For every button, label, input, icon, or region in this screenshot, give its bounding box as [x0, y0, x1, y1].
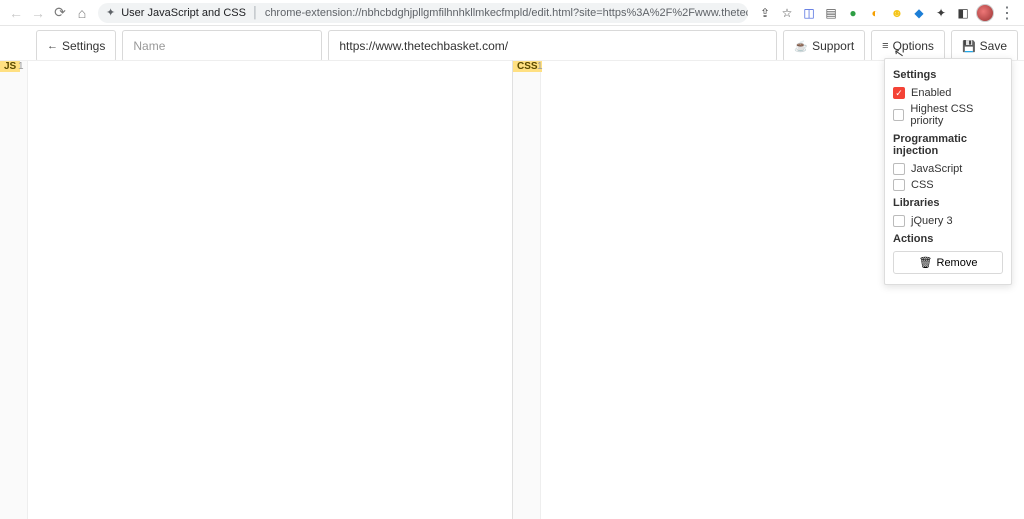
- browser-action-icons: ⇪ ☆ ◫ ▤ ● ◐ ☻ ◆ ✦ ◧ ⋮: [754, 4, 1018, 22]
- menu-lines-icon: ≡: [882, 40, 888, 52]
- settings-button-label: Settings: [62, 39, 105, 53]
- ext-icon-1[interactable]: ◫: [800, 4, 818, 22]
- checkbox-jquery[interactable]: [893, 215, 905, 227]
- ext-icon-6[interactable]: ◆: [910, 4, 928, 22]
- page-title: User JavaScript and CSS: [121, 7, 246, 19]
- option-enabled-label: Enabled: [911, 87, 951, 99]
- nav-forward-icon[interactable]: →: [28, 3, 48, 23]
- checkbox-css[interactable]: [893, 179, 905, 191]
- remove-button-label: Remove: [937, 257, 978, 269]
- option-enabled[interactable]: ✓ Enabled: [893, 85, 1003, 101]
- browser-menu-icon[interactable]: ⋮: [998, 4, 1016, 22]
- option-js-label: JavaScript: [911, 163, 962, 175]
- panel-icon[interactable]: ◧: [954, 4, 972, 22]
- remove-button[interactable]: 🗑 Remove: [893, 251, 1003, 274]
- checkbox-js[interactable]: [893, 163, 905, 175]
- nav-reload-icon[interactable]: ⟳: [50, 3, 70, 23]
- options-libraries-head: Libraries: [893, 197, 1003, 209]
- checkbox-enabled[interactable]: ✓: [893, 87, 905, 99]
- trash-icon: 🗑: [919, 256, 933, 269]
- option-css[interactable]: CSS: [893, 177, 1003, 193]
- url-input[interactable]: [328, 30, 777, 62]
- ext-icon-2[interactable]: ▤: [822, 4, 840, 22]
- checkbox-highest-css[interactable]: [893, 109, 904, 121]
- star-icon[interactable]: ☆: [778, 4, 796, 22]
- page-url: chrome-extension://nbhcbdghjpllgmfilhnhk…: [265, 7, 748, 19]
- mouse-cursor-icon: ↖: [893, 45, 905, 61]
- support-button[interactable]: ☕ Support: [783, 30, 865, 62]
- css-first-line-number: 1: [537, 61, 543, 72]
- options-settings-head: Settings: [893, 69, 1003, 81]
- name-input[interactable]: [122, 30, 322, 62]
- app-toolbar: ← Settings ☕ Support ≡ Options 💾 Save: [36, 30, 1018, 62]
- ext-icon-4[interactable]: ◐: [866, 4, 884, 22]
- save-button-label: Save: [980, 39, 1007, 53]
- option-jquery[interactable]: jQuery 3: [893, 213, 1003, 229]
- address-separator: │: [252, 7, 259, 19]
- settings-button[interactable]: ← Settings: [36, 30, 116, 62]
- extension-puzzle-icon: ✦: [106, 6, 115, 19]
- options-panel: Settings ✓ Enabled Highest CSS priority …: [884, 58, 1012, 285]
- nav-back-icon[interactable]: ←: [6, 3, 26, 23]
- js-first-line-number: 1: [18, 61, 24, 72]
- js-editor-pane[interactable]: JS 1: [0, 60, 512, 519]
- ext-icon-5[interactable]: ☻: [888, 4, 906, 22]
- floppy-icon: 💾: [962, 40, 976, 53]
- nav-home-icon[interactable]: ⌂: [72, 3, 92, 23]
- option-highest-css[interactable]: Highest CSS priority: [893, 101, 1003, 129]
- option-css-label: CSS: [911, 179, 934, 191]
- js-gutter: JS 1: [0, 61, 28, 519]
- support-button-label: Support: [812, 39, 854, 53]
- browser-chrome-bar: ← → ⟳ ⌂ ✦ User JavaScript and CSS │ chro…: [0, 0, 1024, 26]
- js-code-area[interactable]: [28, 61, 512, 519]
- editor-split: JS 1 CSS 1: [0, 60, 1024, 519]
- profile-avatar[interactable]: [976, 4, 994, 22]
- css-gutter: CSS 1: [513, 61, 541, 519]
- option-highest-css-label: Highest CSS priority: [910, 103, 1003, 127]
- options-actions-head: Actions: [893, 233, 1003, 245]
- options-prog-inject-head: Programmatic injection: [893, 133, 1003, 157]
- option-jquery-label: jQuery 3: [911, 215, 953, 227]
- coffee-icon: ☕: [794, 40, 808, 53]
- ext-icon-3[interactable]: ●: [844, 4, 862, 22]
- back-arrow-icon: ←: [47, 40, 58, 52]
- extensions-puzzle-icon[interactable]: ✦: [932, 4, 950, 22]
- address-bar[interactable]: ✦ User JavaScript and CSS │ chrome-exten…: [98, 3, 748, 23]
- option-js[interactable]: JavaScript: [893, 161, 1003, 177]
- share-icon[interactable]: ⇪: [756, 4, 774, 22]
